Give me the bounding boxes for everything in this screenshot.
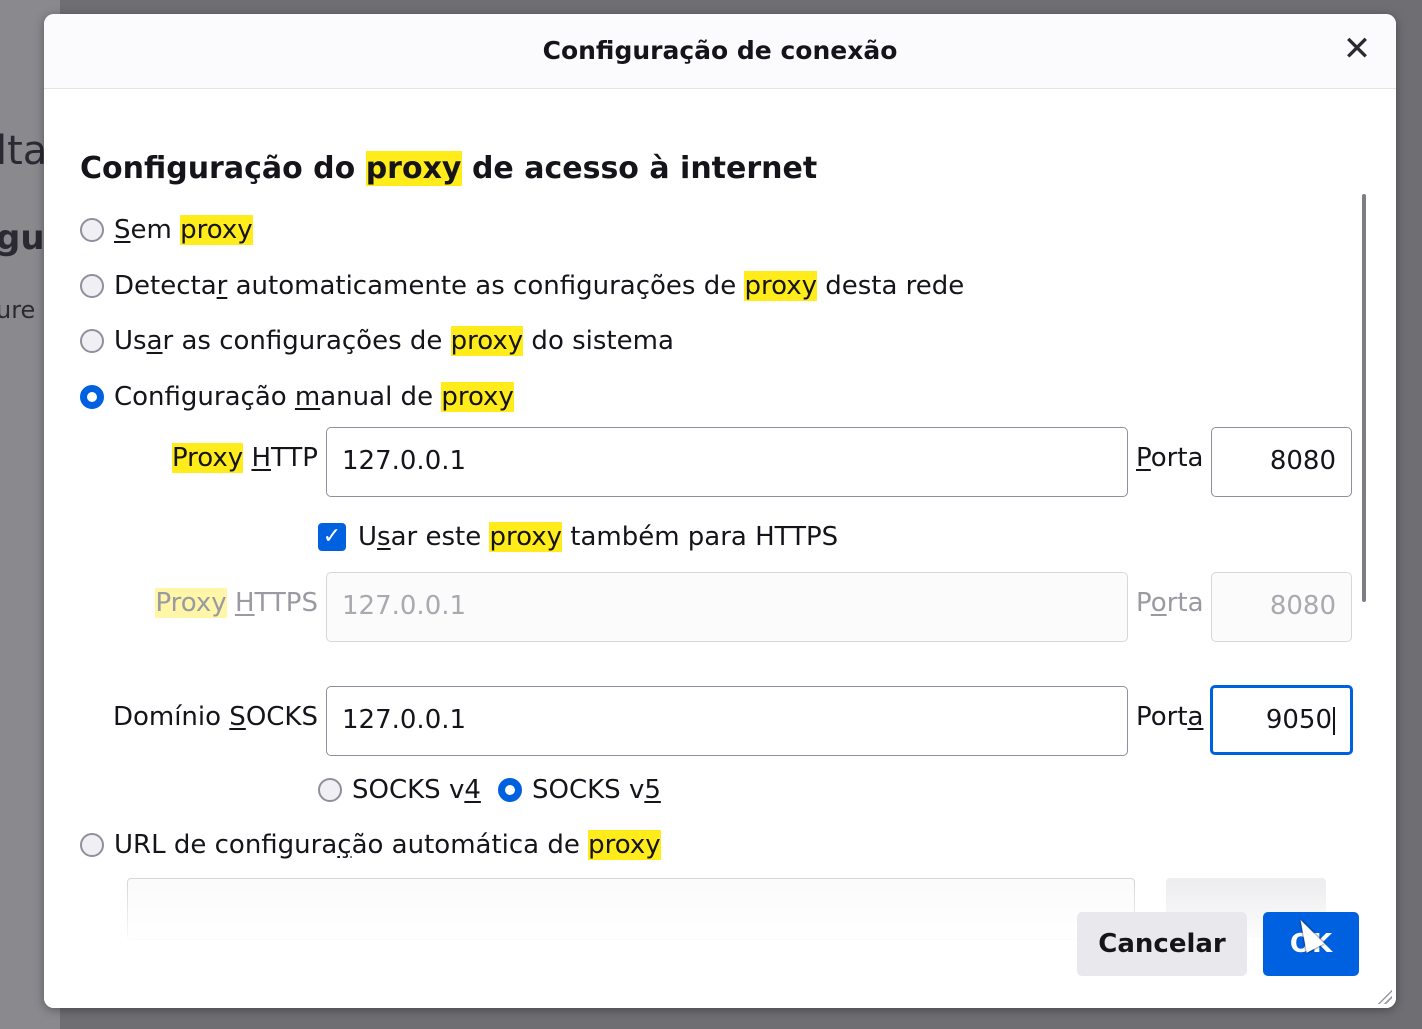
radio-socks-v4[interactable]: SOCKS v4	[318, 770, 481, 810]
http-proxy-input[interactable]: 127.0.0.1	[326, 427, 1128, 497]
dialog-content: Configuração do proxy de acesso à intern…	[44, 89, 1396, 919]
cancel-button[interactable]: Cancelar	[1077, 912, 1247, 976]
checkbox-label: Usar este proxy também para HTTPS	[358, 522, 839, 552]
close-icon[interactable]: ✕	[1340, 32, 1374, 66]
http-proxy-label: Proxy HTTP	[171, 443, 318, 473]
radio-button[interactable]	[80, 833, 104, 857]
radio-no-proxy[interactable]: Sem proxy	[80, 210, 253, 250]
http-port-input[interactable]: 8080	[1211, 427, 1352, 497]
socks-host-input[interactable]: 127.0.0.1	[326, 686, 1128, 756]
radio-socks-v5[interactable]: SOCKS v5	[498, 770, 661, 810]
radio-button[interactable]	[318, 778, 342, 802]
radio-label: SOCKS v4	[352, 775, 481, 805]
dialog-titlebar: Configuração de conexão ✕	[44, 14, 1396, 89]
background-text: lta	[0, 128, 44, 174]
https-proxy-input: 127.0.0.1	[326, 572, 1128, 642]
socks-port-input[interactable]: 9050	[1210, 685, 1353, 755]
radio-auto-detect[interactable]: Detectar automaticamente as configuraçõe…	[80, 266, 964, 306]
radio-pac-url[interactable]: URL de configuração automática de proxy	[80, 825, 661, 865]
https-port-label: Porta	[1136, 588, 1204, 618]
dialog-title: Configuração de conexão	[542, 36, 898, 65]
radio-button-selected[interactable]	[498, 778, 522, 802]
radio-label: Usar as configurações de proxy do sistem…	[114, 326, 674, 356]
resize-grip-icon[interactable]	[1376, 988, 1392, 1004]
section-heading: Configuração do proxy de acesso à intern…	[80, 151, 818, 186]
http-port-label: Porta	[1136, 443, 1204, 473]
radio-label: Configuração manual de proxy	[114, 382, 514, 412]
checkbox-also-https[interactable]: ✓ Usar este proxy também para HTTPS	[318, 517, 838, 557]
radio-system-proxy[interactable]: Usar as configurações de proxy do sistem…	[80, 321, 674, 361]
radio-label: SOCKS v5	[532, 775, 661, 805]
radio-manual-proxy[interactable]: Configuração manual de proxy	[80, 377, 514, 417]
background-text: gu	[0, 218, 44, 258]
radio-label: Detectar automaticamente as configuraçõe…	[114, 271, 965, 301]
background-text: ure	[0, 296, 36, 324]
radio-button[interactable]	[80, 329, 104, 353]
radio-button-selected[interactable]	[80, 385, 104, 409]
checkmark-icon[interactable]: ✓	[318, 523, 346, 551]
text-caret	[1333, 706, 1335, 735]
scrollbar[interactable]	[1362, 194, 1366, 602]
radio-button[interactable]	[80, 218, 104, 242]
radio-label: Sem proxy	[114, 215, 253, 245]
radio-label: URL de configuração automática de proxy	[114, 830, 661, 860]
socks-host-label: Domínio SOCKS	[112, 702, 318, 732]
socks-port-label: Porta	[1136, 702, 1204, 732]
https-port-input: 8080	[1211, 572, 1352, 642]
radio-button[interactable]	[80, 274, 104, 298]
https-proxy-label: Proxy HTTPS	[155, 588, 318, 618]
connection-settings-dialog: Configuração de conexão ✕ Configuração d…	[44, 14, 1396, 1008]
